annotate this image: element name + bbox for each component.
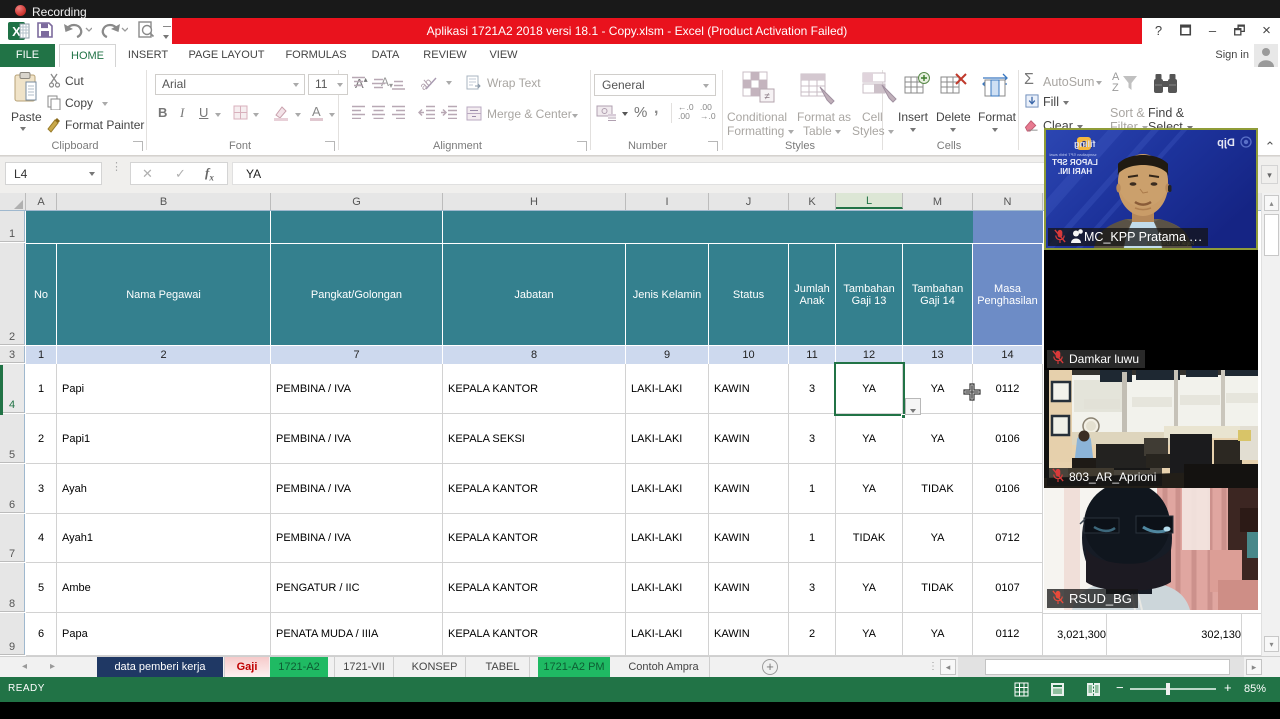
svg-text:ab: ab [420, 76, 435, 92]
svg-text:≠: ≠ [764, 92, 770, 103]
svg-text:HARI INI.: HARI INI. [1058, 167, 1092, 176]
svg-text:sampaikan SPT lebih awal: sampaikan SPT lebih awal [1049, 152, 1096, 157]
svg-text:filing: filing [1074, 139, 1096, 149]
svg-text:LAPOR SPT: LAPOR SPT [1052, 158, 1098, 167]
svg-text:Djp: Djp [1217, 137, 1235, 149]
